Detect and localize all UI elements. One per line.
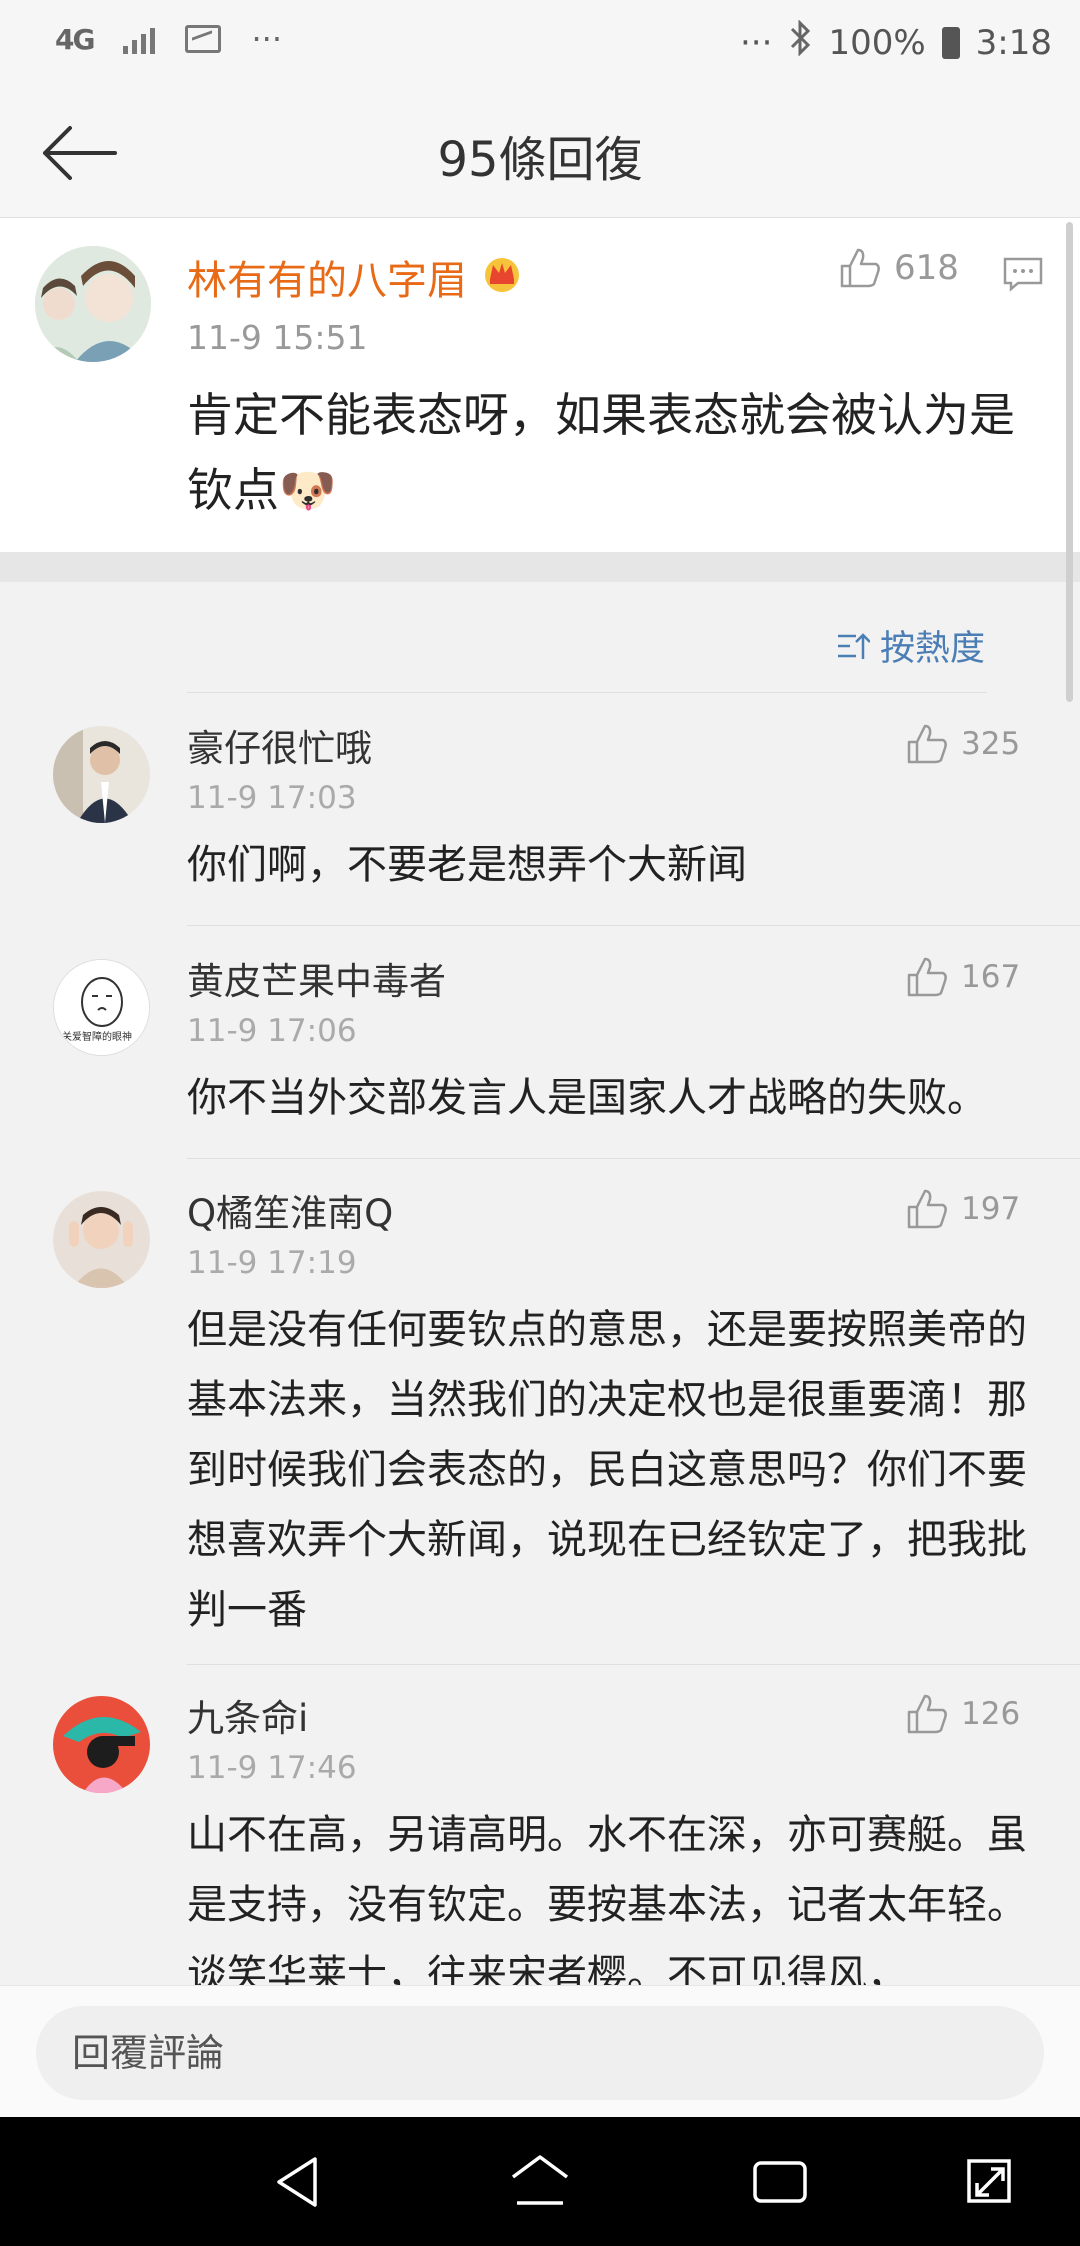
post-time: 11-9 17:03 [187, 780, 357, 816]
like-count: 325 [961, 726, 1021, 762]
reply-item: 关爱智障的眼神 黄皮芒果中毒者 11-9 17:06 你不当外交部发言人是国家人… [0, 933, 1080, 1159]
like-count: 618 [894, 248, 959, 288]
battery-percent: 100% [828, 22, 926, 63]
sort-icon [838, 632, 870, 659]
status-bar: 4G ··· ··· 100% 3:18 [0, 0, 1080, 90]
thumbs-up-icon [907, 724, 947, 764]
section-divider [0, 552, 1080, 582]
thumbs-up-icon [907, 1694, 947, 1734]
thumbs-up-icon [907, 1189, 947, 1229]
comment-icon[interactable] [1002, 256, 1044, 292]
page-title: 95條回復 [437, 132, 643, 188]
scrollbar[interactable] [1066, 222, 1073, 702]
svg-text:关爱智障的眼神: 关爱智障的眼神 [62, 1030, 132, 1043]
post-time: 11-9 17:19 [187, 1245, 357, 1281]
comment-text: 你们啊，不要老是想弄个大新闻 [187, 842, 747, 888]
avatar[interactable]: 关爱智障的眼神 [53, 959, 150, 1056]
crown-badge-icon [481, 253, 523, 302]
author-name[interactable]: 九条命i [187, 1688, 308, 1742]
clock: 3:18 [975, 22, 1052, 63]
like-button[interactable]: 167 [905, 955, 1020, 999]
nav-recents-button[interactable] [745, 2147, 815, 2217]
post-time: 11-9 17:06 [187, 1013, 357, 1049]
author-name[interactable]: 豪仔很忙哦 [187, 718, 372, 772]
avatar[interactable] [53, 1696, 150, 1793]
divider [187, 1664, 1080, 1665]
avatar[interactable] [35, 246, 151, 362]
battery-icon [941, 26, 960, 59]
status-left: 4G ··· [55, 20, 282, 58]
post-time: 11-9 15:51 [187, 318, 368, 357]
like-count: 126 [961, 1696, 1021, 1732]
sort-button[interactable]: 按熱度 [836, 620, 985, 671]
image-icon [185, 25, 222, 53]
nav-expand-button[interactable] [955, 2147, 1025, 2217]
reply-item: 豪仔很忙哦 11-9 17:03 你们啊，不要老是想弄个大新闻 325 [0, 700, 1080, 926]
like-button[interactable]: 197 [905, 1187, 1020, 1231]
avatar[interactable] [53, 726, 150, 823]
comment-text: 但是没有任何要钦点的意思，还是要按照美帝的基本法来，当然我们的决定权也是很重要滴… [187, 1307, 1027, 1633]
nav-back-button[interactable] [265, 2147, 335, 2217]
thumbs-up-icon [907, 957, 947, 997]
reply-input[interactable] [36, 2006, 1044, 2100]
header: 95條回復 [0, 90, 1080, 218]
network-type: 4G [55, 22, 95, 56]
triangle-back-icon [277, 2157, 317, 2207]
status-more-right: ··· [740, 22, 773, 63]
signal-icon [123, 24, 156, 54]
recents-icon [753, 2161, 807, 2203]
reply-item: 九条命i 11-9 17:46 山不在高，另请高明。水不在深，亦可赛艇。虽是支持… [0, 1670, 1080, 1998]
divider [187, 692, 987, 693]
post-time: 11-9 17:46 [187, 1750, 357, 1786]
like-count: 167 [961, 959, 1021, 995]
thumbs-up-icon [840, 248, 880, 288]
like-button[interactable]: 126 [905, 1692, 1020, 1736]
author-name[interactable]: 黄皮芒果中毒者 [187, 951, 446, 1005]
reply-bar [0, 1985, 1080, 2117]
status-right: ··· 100% 3:18 [740, 19, 1052, 65]
author-name[interactable]: 林有有的八字眉 [187, 248, 523, 306]
comment-text: 肯定不能表态呀，如果表态就会被认为是钦点🐶 [187, 388, 1015, 517]
avatar[interactable] [53, 1191, 150, 1288]
comment-text: 山不在高，另请高明。水不在深，亦可赛艇。虽是支持，没有钦定。要按基本法，记者太年… [187, 1812, 1027, 1998]
home-icon [511, 2155, 569, 2205]
navigation-bar [0, 2117, 1080, 2246]
reply-item: Q橘笙淮南Q 11-9 17:19 但是没有任何要钦点的意思，还是要按照美帝的基… [0, 1165, 1080, 1665]
sort-label: 按熱度 [880, 629, 986, 669]
divider [187, 1158, 1080, 1159]
author-name[interactable]: Q橘笙淮南Q [187, 1183, 393, 1237]
status-more-left: ··· [251, 20, 282, 58]
like-button[interactable]: 618 [838, 246, 959, 290]
author-name-text: 林有有的八字眉 [187, 258, 467, 304]
divider [187, 925, 1080, 926]
nav-home-button[interactable] [505, 2147, 575, 2217]
main-comment: 林有有的八字眉 11-9 15:51 肯定不能表态呀，如果表态就会被认为是钦点🐶… [0, 218, 1080, 552]
bluetooth-icon [788, 19, 812, 65]
expand-icon [967, 2159, 1011, 2203]
like-button[interactable]: 325 [905, 722, 1020, 766]
comment-text: 你不当外交部发言人是国家人才战略的失败。 [187, 1075, 987, 1121]
like-count: 197 [961, 1191, 1021, 1227]
